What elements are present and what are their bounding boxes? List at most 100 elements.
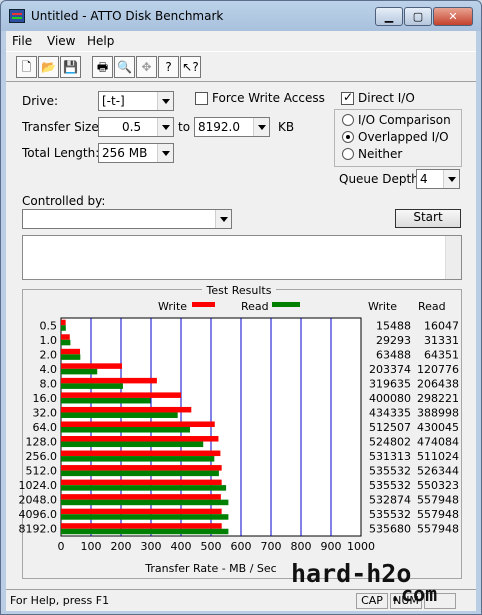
read-bar (61, 499, 229, 506)
open-button[interactable]: 📂 (38, 56, 59, 78)
transfer-size-label: 64.0 (33, 421, 58, 434)
read-legend-label: Read (241, 300, 269, 313)
read-value: 557948 (417, 494, 459, 507)
window-title: Untitled - ATTO Disk Benchmark (31, 9, 224, 23)
transfer-size-label: 16.0 (33, 392, 58, 405)
read-bar (61, 528, 229, 535)
read-value: 526344 (417, 465, 459, 478)
context-help-button[interactable]: ↖? (180, 56, 201, 78)
read-value: 557948 (417, 523, 459, 536)
transfer-size-label: 1.0 (40, 334, 58, 347)
transfer-size-label: 256.0 (26, 450, 58, 463)
x-tick-label: 100 (81, 540, 102, 553)
x-tick-label: 300 (141, 540, 162, 553)
transfer-size-label: 2.0 (40, 348, 58, 361)
context-help-icon: ↖? (182, 60, 199, 74)
write-value: 400080 (369, 392, 411, 405)
help-button[interactable]: ? (158, 56, 179, 78)
write-bar (61, 334, 70, 340)
write-bar (61, 392, 182, 398)
read-value: 206438 (417, 377, 459, 390)
transfer-size-label: 8.0 (40, 377, 58, 390)
read-legend-swatch (272, 302, 300, 307)
x-tick-label: 800 (291, 540, 312, 553)
save-button[interactable]: 💾 (60, 56, 81, 78)
write-legend-swatch (192, 302, 215, 307)
read-value: 557948 (417, 508, 459, 521)
write-value: 535532 (369, 508, 411, 521)
transfer-size-label: 8192.0 (19, 523, 58, 536)
print-preview-icon: 🔍 (117, 60, 132, 74)
write-bar (61, 377, 157, 384)
toolbar: 🗋 📂 💾 🖶 🔍 ✥ ? ↖? (6, 51, 476, 81)
results-title: Test Results (206, 284, 272, 297)
transfer-size-label: 32.0 (33, 406, 58, 419)
write-bar (61, 348, 81, 355)
new-button[interactable]: 🗋 (16, 56, 37, 78)
read-value: 31331 (424, 334, 459, 347)
read-bar (61, 412, 178, 418)
write-column-header: Write (368, 300, 397, 313)
write-bar (61, 479, 222, 486)
write-value: 319635 (369, 377, 411, 390)
x-tick-label: 700 (261, 540, 282, 553)
write-value: 535532 (369, 465, 411, 478)
results-chart: Test Results Write Read Write Read 0.5 1.… (19, 282, 459, 575)
status-text: For Help, press F1 (10, 594, 110, 607)
x-tick-label: 500 (201, 540, 222, 553)
write-value: 535680 (369, 523, 411, 536)
menu-file[interactable]: File (12, 34, 32, 48)
help-icon: ? (165, 60, 172, 74)
read-bar (61, 470, 219, 477)
x-axis-label: Transfer Rate - MB / Sec (144, 562, 276, 575)
read-bar (61, 441, 204, 448)
write-bar (61, 436, 219, 442)
transfer-size-label: 4096.0 (19, 508, 58, 521)
minimize-icon: ▁ (384, 10, 394, 23)
title-bar[interactable]: Untitled - ATTO Disk Benchmark ▁ ▢ ✕ (1, 1, 481, 31)
print-icon: 🖶 (96, 60, 109, 74)
write-bar (61, 523, 222, 529)
open-icon: 📂 (41, 60, 56, 74)
write-value: 524802 (369, 436, 411, 449)
caps-lock-indicator: CAP (356, 593, 388, 609)
read-bar (61, 368, 98, 375)
watermark-sub: .com (389, 582, 438, 606)
read-value: 64351 (424, 348, 459, 361)
watermark-logo: hard-h2o .com (291, 561, 437, 605)
print-preview-button[interactable]: 🔍 (114, 56, 135, 78)
transfer-size-label: 2048.0 (19, 494, 58, 507)
transfer-size-label: 128.0 (26, 436, 58, 449)
new-icon: 🗋 (21, 60, 32, 74)
read-value: 388998 (417, 406, 459, 419)
read-value: 298221 (417, 392, 459, 405)
close-button[interactable]: ✕ (433, 7, 473, 26)
write-bar (61, 421, 215, 427)
maximize-icon: ▢ (412, 10, 424, 23)
print-button[interactable]: 🖶 (92, 56, 113, 78)
write-value: 434335 (369, 406, 411, 419)
write-value: 512507 (369, 421, 411, 434)
maximize-button[interactable]: ▢ (404, 7, 432, 26)
write-value: 535532 (369, 479, 411, 492)
menu-help[interactable]: Help (87, 34, 114, 48)
read-value: 474084 (417, 436, 459, 449)
write-legend-label: Write (158, 300, 187, 313)
write-value: 15488 (376, 319, 411, 332)
transfer-size-label: 4.0 (40, 363, 58, 376)
app-icon (9, 9, 25, 23)
read-bar (61, 354, 81, 360)
x-tick-label: 900 (321, 540, 342, 553)
transfer-size-label: 0.5 (40, 319, 58, 332)
read-value: 550323 (417, 479, 459, 492)
x-tick-label: 200 (111, 540, 132, 553)
read-value: 511024 (417, 450, 459, 463)
read-bar (61, 456, 215, 462)
move-icon: ✥ (141, 60, 152, 74)
read-bar (61, 339, 71, 346)
read-bar (61, 514, 229, 520)
menu-view[interactable]: View (47, 34, 75, 48)
move-button[interactable]: ✥ (136, 56, 157, 78)
minimize-button[interactable]: ▁ (375, 7, 403, 26)
read-bar (61, 397, 151, 404)
